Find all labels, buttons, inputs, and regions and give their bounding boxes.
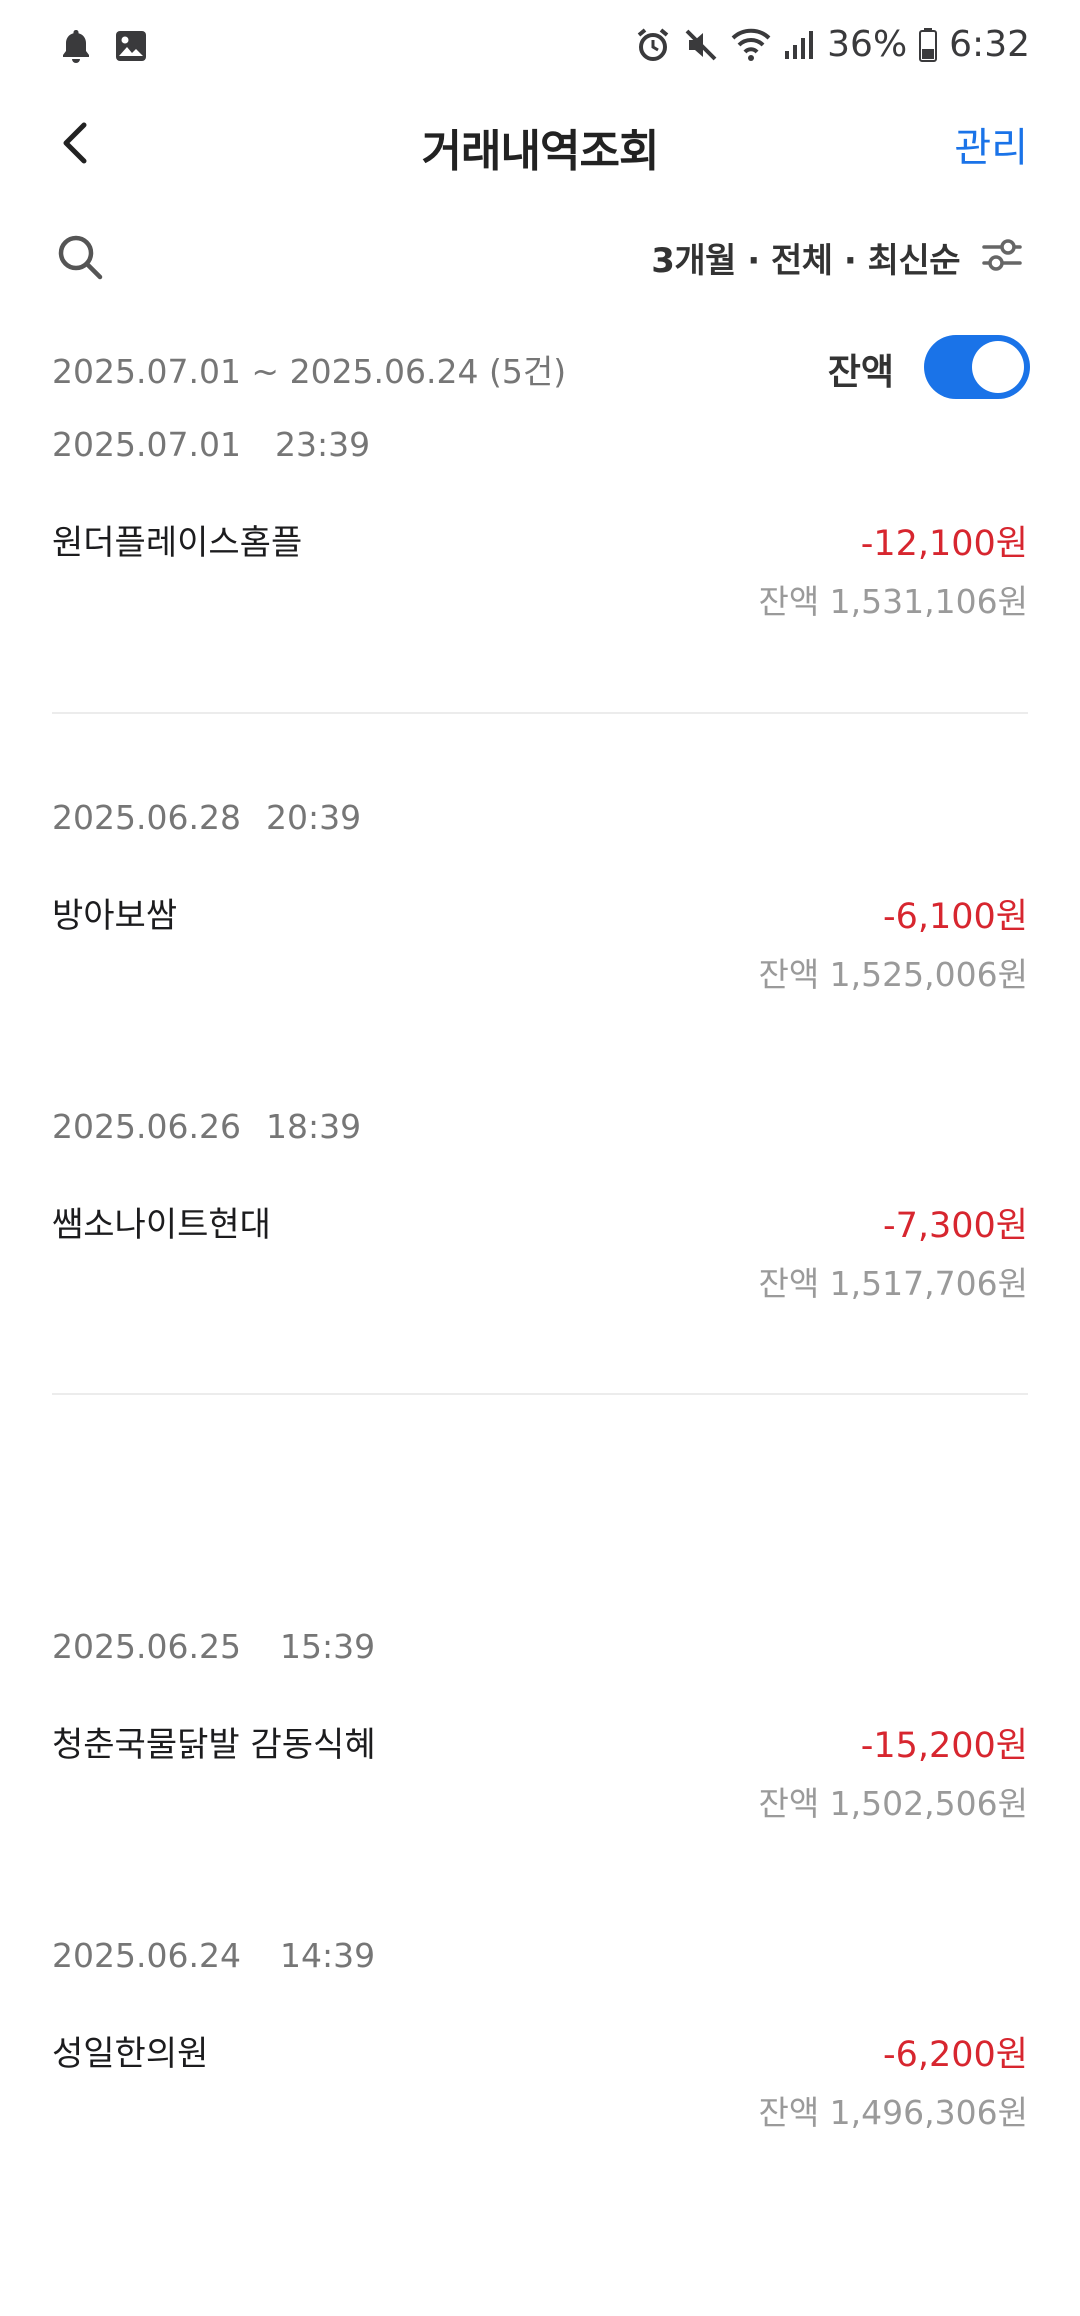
app-header: 거래내역조회 관리 (0, 95, 1080, 190)
battery-percent: 36% (827, 24, 908, 65)
transaction-time: 20:39 (266, 798, 362, 837)
manage-button[interactable]: 관리 (954, 115, 1028, 173)
transaction-date: 2025.06.26 (52, 1107, 241, 1146)
transaction-item[interactable]: 2025.06.24 14:39 성일한의원 -6,200원 잔액 1,496,… (0, 1936, 1080, 2136)
transaction-time: 14:39 (280, 1936, 376, 1975)
status-right-icons: 36% 6:32 (635, 24, 1030, 65)
divider (52, 712, 1028, 714)
transaction-date: 2025.07.01 (52, 425, 241, 464)
signal-icon (783, 29, 815, 61)
notification-bell-icon (60, 28, 92, 68)
filter-summary-text: 3개월 · 전체 · 최신순 (651, 240, 960, 281)
mute-icon (683, 27, 719, 63)
range-row: 2025.07.01 ~ 2025.06.24 (5건) 잔액 (0, 335, 1080, 405)
transaction-balance: 잔액 1,525,006원 (758, 955, 1028, 994)
filter-sliders-icon (978, 231, 1026, 283)
clock: 6:32 (949, 24, 1030, 65)
transaction-balance: 잔액 1,517,706원 (758, 1264, 1028, 1303)
transaction-amount: -6,200원 (882, 2035, 1028, 2075)
transaction-merchant: 성일한의원 (52, 2034, 209, 2074)
balance-toggle-label: 잔액 (827, 352, 894, 393)
transaction-time: 15:39 (280, 1627, 376, 1666)
transaction-item[interactable]: 2025.07.01 23:39 원더플레이스홈플 -12,100원 잔액 1,… (0, 425, 1080, 625)
transaction-balance: 잔액 1,502,506원 (758, 1784, 1028, 1823)
transaction-amount: -7,300원 (882, 1206, 1028, 1246)
transaction-balance: 잔액 1,496,306원 (758, 2093, 1028, 2132)
alarm-icon (635, 27, 671, 63)
battery-icon (919, 27, 938, 62)
transaction-amount: -6,100원 (882, 897, 1028, 937)
date-range-text: 2025.07.01 ~ 2025.06.24 (5건) (52, 352, 567, 391)
transaction-time: 23:39 (275, 425, 371, 464)
status-left-icons (60, 28, 148, 68)
transaction-date: 2025.06.28 (52, 798, 241, 837)
transaction-time: 18:39 (266, 1107, 362, 1146)
transaction-merchant: 방아보쌈 (52, 896, 178, 936)
status-bar: 36% 6:32 (0, 0, 1080, 95)
search-icon[interactable] (52, 229, 108, 285)
gallery-icon (114, 29, 148, 67)
filter-row: 3개월 · 전체 · 최신순 (0, 225, 1080, 295)
transaction-merchant: 청춘국물닭발 감동식혜 (52, 1725, 376, 1765)
transaction-merchant: 쌤소나이트현대 (52, 1205, 271, 1245)
transaction-item[interactable]: 2025.06.26 18:39 쌤소나이트현대 -7,300원 잔액 1,51… (0, 1107, 1080, 1307)
transaction-amount: -15,200원 (860, 1726, 1028, 1766)
balance-toggle[interactable] (924, 335, 1030, 399)
transaction-date: 2025.06.25 (52, 1627, 241, 1666)
toggle-knob (972, 341, 1024, 393)
transaction-merchant: 원더플레이스홈플 (52, 523, 303, 563)
wifi-icon (731, 28, 771, 62)
transaction-item[interactable]: 2025.06.25 15:39 청춘국물닭발 감동식혜 -15,200원 잔액… (0, 1627, 1080, 1827)
transaction-item[interactable]: 2025.06.28 20:39 방아보쌈 -6,100원 잔액 1,525,0… (0, 798, 1080, 998)
transaction-balance: 잔액 1,531,106원 (758, 582, 1028, 621)
transaction-amount: -12,100원 (860, 524, 1028, 564)
transaction-date: 2025.06.24 (52, 1936, 241, 1975)
filter-summary-button[interactable]: 3개월 · 전체 · 최신순 (651, 231, 1026, 283)
page-title: 거래내역조회 (421, 126, 660, 177)
divider (52, 1393, 1028, 1395)
